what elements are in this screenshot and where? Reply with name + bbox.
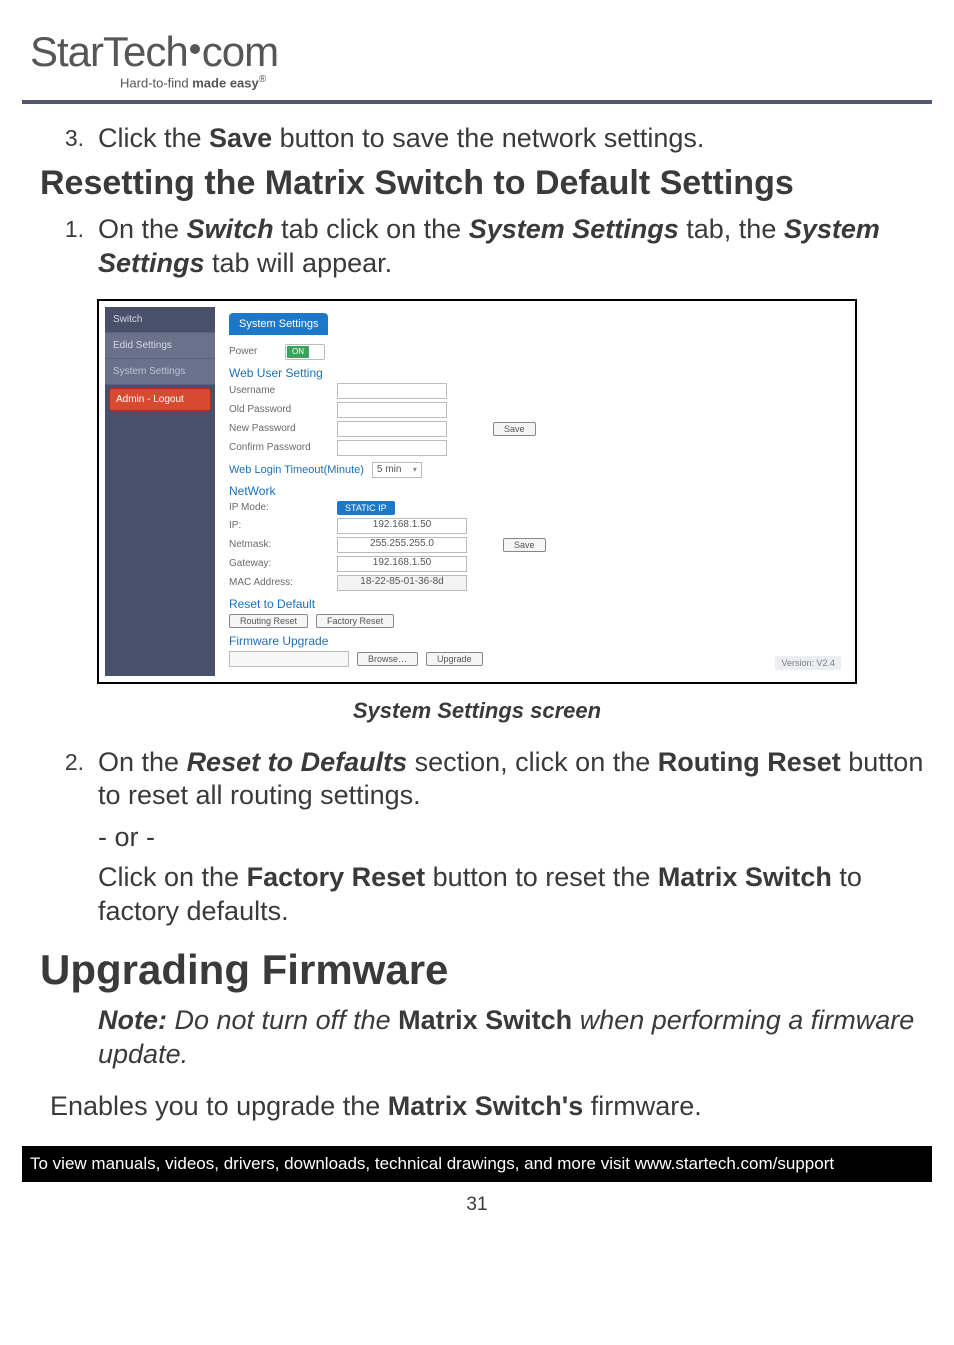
factory-reset-button[interactable]: Factory Reset (316, 614, 394, 628)
support-footer-bar: To view manuals, videos, drivers, downlo… (22, 1146, 932, 1182)
heading-upgrading-firmware: Upgrading Firmware (40, 946, 932, 994)
s2bb: Factory Reset (247, 862, 426, 892)
en-a: Enables you to upgrade the (50, 1091, 388, 1121)
logo-tagline-pre: Hard-to-find (120, 75, 192, 90)
sidebar-item-switch[interactable]: Switch (105, 307, 215, 333)
s2b: Reset to Defaults (187, 747, 408, 777)
system-settings-screenshot: Switch Edid Settings System Settings Adm… (97, 299, 857, 684)
old-password-input[interactable] (337, 402, 447, 418)
list-number-1: 1. (62, 213, 84, 281)
logo-text-1: StarTech (30, 28, 188, 76)
page-number: 31 (22, 1194, 932, 1216)
s2d: Routing Reset (658, 747, 841, 777)
s1d: System Settings (469, 214, 679, 244)
enables-text: Enables you to upgrade the Matrix Switch… (50, 1090, 932, 1124)
section-web-user-setting: Web User Setting (229, 366, 839, 380)
timeout-select[interactable]: 5 min ▾ (372, 462, 422, 478)
s1a: On the (98, 214, 187, 244)
step3-post: button to save the network settings. (272, 123, 704, 153)
step2b-text: Click on the Factory Reset button to res… (98, 861, 932, 929)
logo-tagline-bold: made easy (192, 75, 259, 90)
section-network: NetWork (229, 484, 839, 498)
mac-value: 18-22-85-01-36-8d (337, 575, 467, 591)
brand-logo: StarTech com Hard-to-find made easy® (30, 28, 932, 90)
old-password-label: Old Password (229, 404, 329, 415)
ip-mode-label: IP Mode: (229, 502, 329, 513)
new-password-input[interactable] (337, 421, 447, 437)
upgrade-button[interactable]: Upgrade (426, 652, 483, 666)
sidebar-item-edid[interactable]: Edid Settings (105, 333, 215, 359)
logo-registered-icon: ® (259, 74, 266, 85)
power-label: Power (229, 346, 277, 357)
s2c: section, click on the (407, 747, 658, 777)
section-firmware: Firmware Upgrade (229, 634, 839, 648)
s1e: tab, the (679, 214, 784, 244)
or-text: - or - (98, 821, 932, 855)
step2-text: On the Reset to Defaults section, click … (98, 746, 932, 814)
sidebar-item-logout[interactable]: Admin - Logout (109, 388, 211, 411)
power-toggle-state: ON (287, 346, 309, 358)
note-b1: Matrix Switch (398, 1005, 572, 1035)
confirm-password-label: Confirm Password (229, 442, 329, 453)
firmware-note: Note: Do not turn off the Matrix Switch … (98, 1004, 932, 1072)
section-reset: Reset to Default (229, 597, 839, 611)
step1-text: On the Switch tab click on the System Se… (98, 213, 932, 281)
s2a: On the (98, 747, 187, 777)
save-network-button[interactable]: Save (503, 538, 546, 552)
logo-dot-icon (190, 44, 200, 54)
gateway-label: Gateway: (229, 558, 329, 569)
chevron-down-icon: ▾ (413, 465, 417, 474)
timeout-label: Web Login Timeout(Minute) (229, 464, 364, 476)
version-badge: Version: V2.4 (775, 656, 841, 670)
step3-bold: Save (209, 123, 272, 153)
note-label: Note: (98, 1005, 167, 1035)
step3-pre: Click the (98, 123, 209, 153)
header-divider (22, 100, 932, 104)
en-c: firmware. (583, 1091, 702, 1121)
s2ba: Click on the (98, 862, 247, 892)
username-input[interactable] (337, 383, 447, 399)
s1b: Switch (187, 214, 274, 244)
ip-mode-chip[interactable]: STATIC IP (337, 501, 395, 515)
logo-text-2: com (202, 28, 278, 76)
s1g: tab will appear. (205, 248, 393, 278)
note-i1: Do not turn off the (167, 1005, 398, 1035)
s2bc: button to reset the (425, 862, 658, 892)
save-user-button[interactable]: Save (493, 422, 536, 436)
list-number-3: 3. (62, 122, 84, 156)
ip-input[interactable]: 192.168.1.50 (337, 518, 467, 534)
netmask-input[interactable]: 255.255.255.0 (337, 537, 467, 553)
step3-text: Click the Save button to save the networ… (98, 122, 704, 156)
screenshot-caption: System Settings screen (22, 698, 932, 724)
ip-label: IP: (229, 520, 329, 531)
sidebar-item-system-settings[interactable]: System Settings (105, 359, 215, 385)
username-label: Username (229, 385, 329, 396)
screenshot-sidebar: Switch Edid Settings System Settings Adm… (105, 307, 215, 676)
gateway-input[interactable]: 192.168.1.50 (337, 556, 467, 572)
new-password-label: New Password (229, 423, 329, 434)
screenshot-content: System Settings Power ON Web User Settin… (215, 307, 849, 676)
tab-system-settings[interactable]: System Settings (229, 313, 328, 335)
timeout-value: 5 min (377, 464, 401, 475)
list-number-2: 2. (62, 746, 84, 814)
s2bd: Matrix Switch (658, 862, 832, 892)
s1c: tab click on the (274, 214, 469, 244)
mac-label: MAC Address: (229, 577, 329, 588)
heading-resetting: Resetting the Matrix Switch to Default S… (40, 164, 932, 203)
power-toggle[interactable]: ON (285, 344, 325, 360)
routing-reset-button[interactable]: Routing Reset (229, 614, 308, 628)
firmware-file-input[interactable] (229, 651, 349, 667)
netmask-label: Netmask: (229, 539, 329, 550)
confirm-password-input[interactable] (337, 440, 447, 456)
en-b: Matrix Switch's (388, 1091, 583, 1121)
browse-button[interactable]: Browse… (357, 652, 418, 666)
